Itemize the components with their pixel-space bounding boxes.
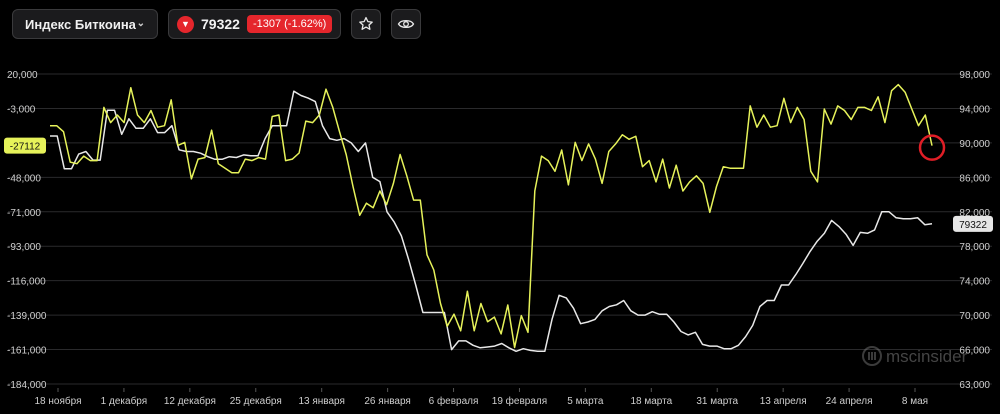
x-tick-label: 18 ноября xyxy=(35,395,82,407)
white-series-line xyxy=(50,90,933,353)
watermark-text: mscinsider xyxy=(886,347,968,366)
x-tick-label: 1 декабря xyxy=(101,395,147,407)
series-lines xyxy=(50,83,946,353)
x-tick-label: 8 мая xyxy=(902,396,928,407)
left-axis: 20,000-3,000-25,000-48,000-71,000-93,000… xyxy=(7,70,47,391)
right-tick-label: 63,000 xyxy=(959,380,990,391)
x-axis: 18 ноября 1 декабря 12 декабря 25 декабря 13… xyxy=(35,388,928,407)
left-tick-label: -71,000 xyxy=(7,208,41,219)
left-tick-label: -184,000 xyxy=(7,380,47,391)
x-tick-label: 13 апреля xyxy=(760,396,807,407)
x-tick-label: 26 января xyxy=(364,396,410,407)
right-tick-label: 86,000 xyxy=(959,173,990,184)
chart-frame: Индекс Биткоина ⌄ ▼ 79322 -1307 (-1.62%)… xyxy=(0,0,1000,414)
right-tick-label: 70,000 xyxy=(959,311,990,322)
left-tick-label: -116,000 xyxy=(7,277,46,288)
left-tick-label: -139,000 xyxy=(7,311,47,322)
x-tick-label: 19 февраля xyxy=(492,395,547,407)
left-tick-label: -3,000 xyxy=(7,104,36,115)
right-tick-label: 94,000 xyxy=(959,104,990,115)
x-tick-label: 31 марта xyxy=(696,396,738,407)
left-tick-label: -93,000 xyxy=(7,242,41,253)
x-tick-label: 6 февраля xyxy=(429,395,479,407)
watermark: mscinsider xyxy=(862,346,968,366)
yellow-series-line xyxy=(50,83,933,349)
last-value-labels: -27112 79322 xyxy=(4,137,993,232)
x-tick-label: 12 декабря xyxy=(164,395,216,407)
right-tick-label: 98,000 xyxy=(959,70,990,81)
x-tick-label: 18 марта xyxy=(630,396,672,407)
x-tick-label: 25 декабря xyxy=(230,395,282,407)
x-tick-label: 5 марта xyxy=(567,396,604,407)
left-tick-label: -161,000 xyxy=(7,346,47,357)
left-tick-label: 20,000 xyxy=(7,70,38,81)
last-point-marker xyxy=(918,134,946,161)
right-tick-label: 90,000 xyxy=(959,139,990,150)
white-last-value: 79322 xyxy=(959,220,987,231)
right-tick-label: 78,000 xyxy=(959,242,990,253)
yellow-last-value: -27112 xyxy=(10,142,41,153)
left-tick-label: -48,000 xyxy=(7,173,41,184)
x-tick-label: 13 января xyxy=(298,396,344,407)
x-tick-label: 24 апреля xyxy=(826,396,873,407)
right-tick-label: 74,000 xyxy=(959,277,990,288)
line-chart: 20,000-3,000-25,000-48,000-71,000-93,000… xyxy=(4,70,993,407)
